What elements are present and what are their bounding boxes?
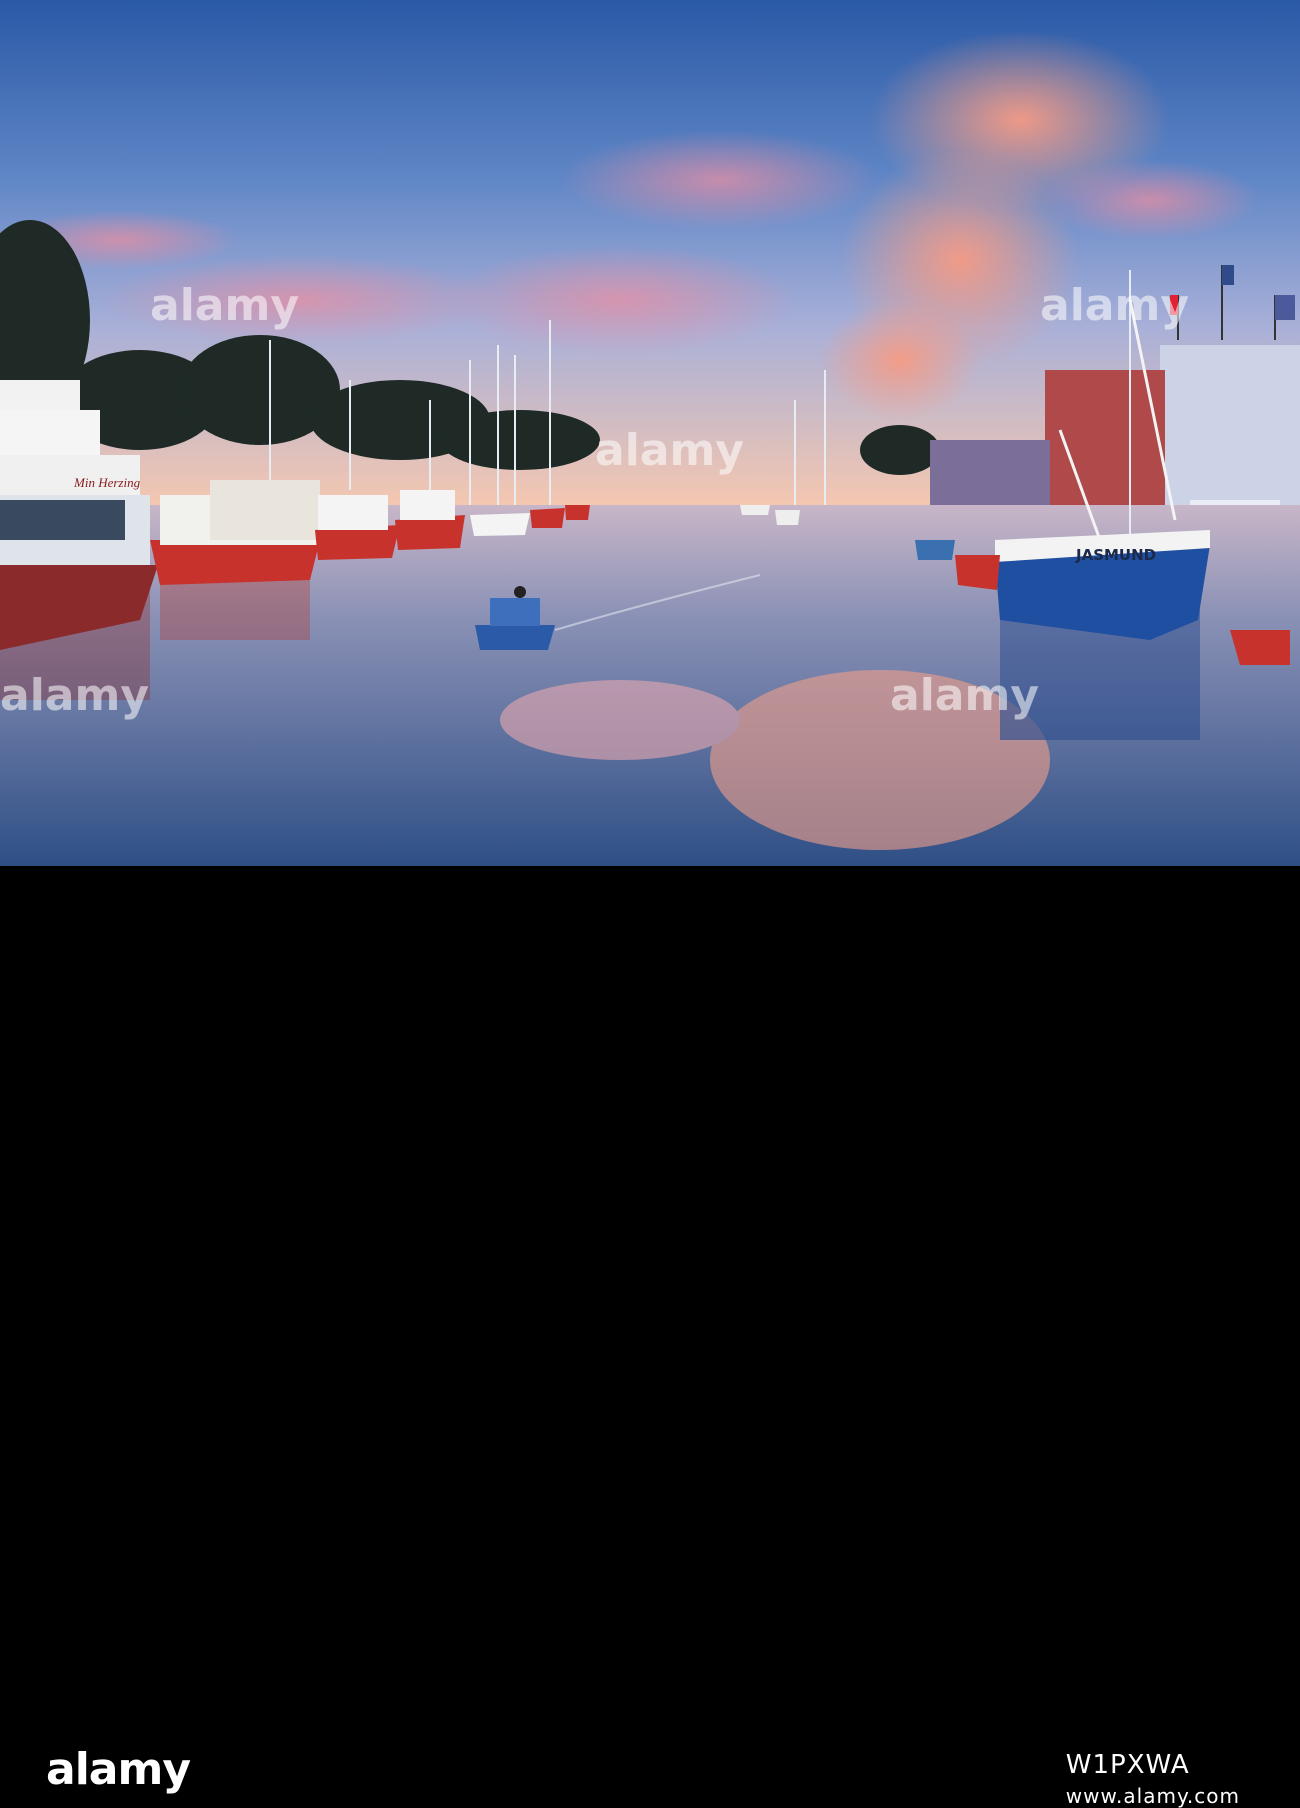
svg-text:alamy: alamy <box>595 425 744 476</box>
image-code: W1PXWA <box>1065 1750 1190 1780</box>
site-url: www.alamy.com <box>1065 1784 1240 1808</box>
svg-text:alamy: alamy <box>150 280 299 331</box>
stock-image-info: W1PXWA www.alamy.com <box>1066 1750 1240 1808</box>
harbor-sunset-photo: Min Herzing JASMUND alamy alamy alamy al… <box>0 0 1300 866</box>
svg-text:alamy: alamy <box>890 670 1039 721</box>
right-ship-name: JASMUND <box>1075 546 1156 564</box>
stock-photo: Min Herzing JASMUND alamy alamy alamy al… <box>0 0 1300 1808</box>
left-ship-name: Min Herzing <box>73 475 141 490</box>
alamy-logo-text: alamy <box>46 1744 191 1795</box>
alamy-logo: alamy <box>46 1744 191 1795</box>
svg-text:alamy: alamy <box>1040 280 1189 331</box>
watermark-banner: alamy W1PXWA www.alamy.com <box>0 866 1300 1808</box>
svg-text:alamy: alamy <box>0 670 149 721</box>
